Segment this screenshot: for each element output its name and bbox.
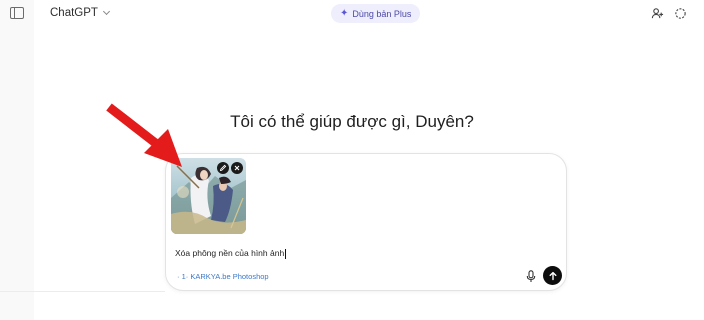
send-button[interactable] <box>543 266 562 285</box>
microphone-icon[interactable] <box>526 270 536 283</box>
add-user-icon[interactable] <box>651 7 664 20</box>
prompt-input[interactable]: Xóa phông nền của hình ảnh <box>175 248 287 259</box>
chevron-down-icon <box>102 7 110 16</box>
sidebar <box>0 0 34 320</box>
upgrade-plus-button[interactable]: ✦ Dùng bản Plus <box>331 4 421 23</box>
edit-image-button[interactable] <box>217 162 229 174</box>
temporary-chat-icon[interactable] <box>674 7 687 20</box>
pencil-icon <box>219 164 227 172</box>
text-caret <box>285 248 287 259</box>
sidebar-toggle-icon[interactable] <box>10 7 24 19</box>
close-icon <box>234 165 240 171</box>
remove-image-button[interactable] <box>231 162 243 174</box>
divider <box>0 291 165 292</box>
watermark-text: · 1· KARKYA.be Photoshop <box>177 272 269 281</box>
model-selector[interactable]: ChatGPT <box>50 7 110 19</box>
red-arrow-annotation <box>106 103 182 167</box>
prompt-input-text: Xóa phông nền của hình ảnh <box>175 248 285 258</box>
arrow-up-icon <box>549 271 556 280</box>
sparkle-icon: ✦ <box>340 8 349 19</box>
upgrade-label: Dùng bản Plus <box>352 8 412 19</box>
model-label: ChatGPT <box>50 7 98 19</box>
